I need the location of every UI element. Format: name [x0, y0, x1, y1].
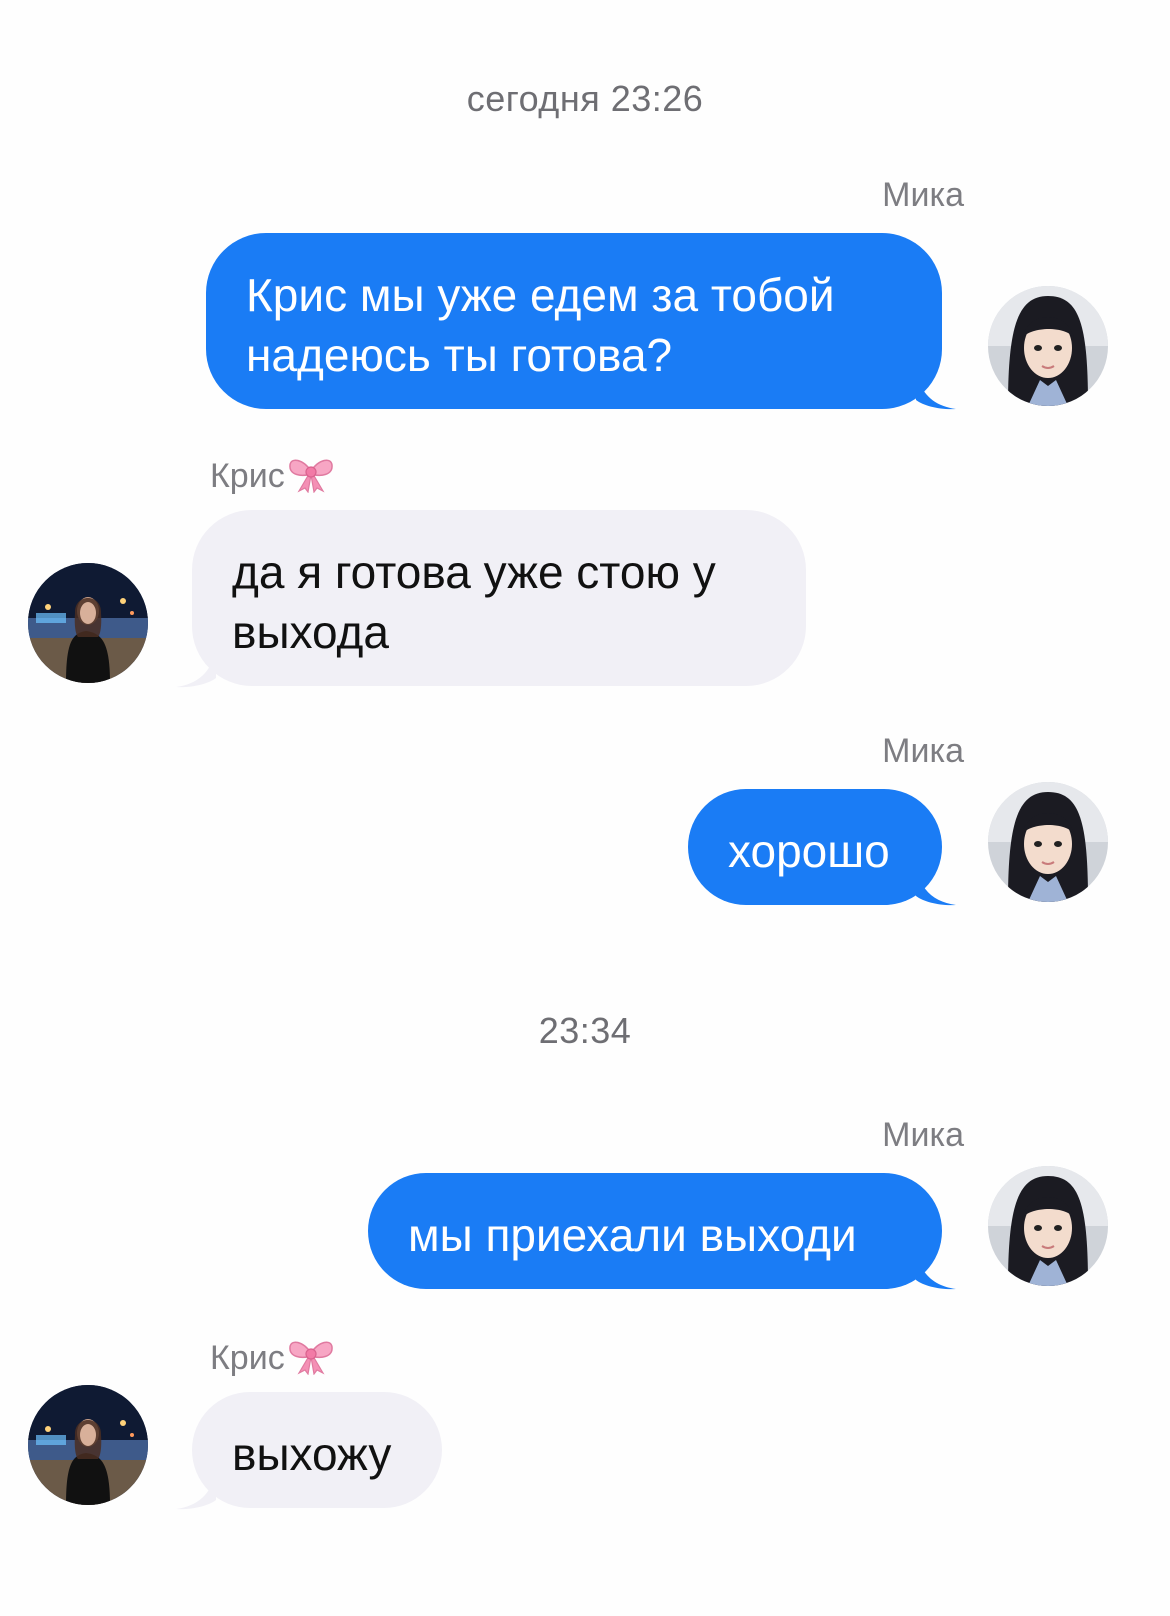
bubble-tail	[176, 1470, 216, 1510]
message-bubble-outgoing[interactable]: хорошо	[688, 789, 942, 905]
date-timestamp: сегодня 23:26	[466, 78, 704, 119]
bubble-tail	[916, 370, 956, 410]
message-text: мы приехали выходи	[408, 1209, 857, 1261]
mika-avatar[interactable]	[988, 1166, 1108, 1286]
message-text: да я готова уже стою у выхода	[232, 546, 716, 658]
sender-name-label: Крис	[210, 457, 285, 495]
ribbon-bow-icon	[287, 1335, 335, 1375]
sender-name-mika: Мика	[882, 1116, 964, 1154]
message-text: Крис мы уже едем за тобой надеюсь ты гот…	[246, 269, 835, 381]
sender-name-label: Крис	[210, 1339, 285, 1377]
kris-avatar[interactable]	[28, 563, 148, 683]
sender-name-kris: Крис	[210, 453, 335, 496]
message-bubble-outgoing[interactable]: мы приехали выходи	[368, 1173, 942, 1289]
message-bubble-incoming[interactable]: выхожу	[192, 1392, 442, 1508]
sender-name-mika: Мика	[882, 732, 964, 770]
bubble-tail	[916, 1250, 956, 1290]
sender-name-kris: Крис	[210, 1335, 335, 1378]
mika-avatar[interactable]	[988, 782, 1108, 902]
message-bubble-outgoing[interactable]: Крис мы уже едем за тобой надеюсь ты гот…	[206, 233, 942, 409]
message-text: хорошо	[728, 825, 890, 877]
kris-avatar[interactable]	[28, 1385, 148, 1505]
ribbon-bow-icon	[287, 453, 335, 493]
bubble-tail	[916, 866, 956, 906]
message-text: выхожу	[232, 1428, 392, 1480]
sender-name-mika: Мика	[882, 176, 964, 214]
mika-avatar[interactable]	[988, 286, 1108, 406]
bubble-tail	[176, 648, 216, 688]
message-bubble-incoming[interactable]: да я готова уже стою у выхода	[192, 510, 806, 686]
time-timestamp: 23:34	[538, 1010, 632, 1051]
